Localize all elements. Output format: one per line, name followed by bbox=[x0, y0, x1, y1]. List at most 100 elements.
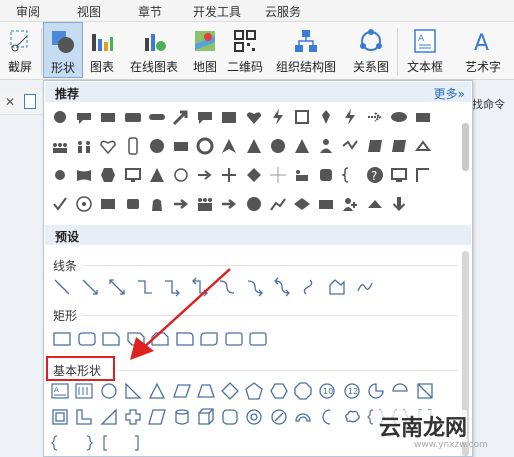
shape-option[interactable] bbox=[415, 381, 435, 401]
shape-option[interactable] bbox=[196, 407, 216, 427]
shape-option[interactable] bbox=[219, 136, 239, 156]
shape-option[interactable] bbox=[171, 165, 191, 185]
shape-option[interactable] bbox=[101, 329, 121, 349]
shape-option[interactable] bbox=[268, 194, 288, 214]
shape-option[interactable] bbox=[50, 107, 70, 127]
shape-option[interactable] bbox=[219, 194, 239, 214]
shape-option[interactable] bbox=[195, 194, 215, 214]
shape-option[interactable] bbox=[268, 165, 288, 185]
shape-option[interactable] bbox=[389, 165, 409, 185]
shape-option[interactable] bbox=[99, 407, 119, 427]
shape-option[interactable] bbox=[300, 277, 320, 297]
shape-option[interactable] bbox=[195, 136, 215, 156]
shape-option[interactable] bbox=[340, 107, 360, 127]
shape-option[interactable] bbox=[123, 136, 143, 156]
shape-option[interactable] bbox=[74, 381, 94, 401]
textbox-button[interactable]: A 文本框 bbox=[400, 22, 450, 78]
chart-button[interactable]: 图表 bbox=[86, 22, 118, 78]
shape-option[interactable] bbox=[366, 381, 386, 401]
shape-option[interactable] bbox=[123, 165, 143, 185]
shape-option[interactable] bbox=[74, 136, 94, 156]
shape-option[interactable] bbox=[171, 194, 191, 214]
shape-option[interactable]: A bbox=[50, 381, 70, 401]
shape-option[interactable] bbox=[413, 107, 433, 127]
qrcode-button[interactable]: 二维码 bbox=[224, 22, 266, 78]
shape-option[interactable] bbox=[147, 107, 167, 127]
menu-review[interactable]: 审阅 bbox=[16, 3, 40, 20]
shape-option[interactable] bbox=[195, 165, 215, 185]
more-link[interactable]: 更多» bbox=[434, 85, 465, 102]
shape-option[interactable] bbox=[98, 136, 118, 156]
shape-option[interactable] bbox=[50, 407, 70, 427]
shape-option[interactable] bbox=[389, 136, 409, 156]
shape-option[interactable] bbox=[389, 107, 409, 127]
shape-option[interactable] bbox=[99, 433, 119, 453]
shape-option[interactable] bbox=[269, 381, 289, 401]
shape-option[interactable]: 10 bbox=[317, 381, 337, 401]
document-icon[interactable] bbox=[24, 94, 36, 109]
shape-option[interactable] bbox=[195, 107, 215, 127]
shape-option[interactable] bbox=[123, 433, 143, 453]
wordart-button[interactable]: A 艺术字 bbox=[455, 22, 511, 78]
shape-option[interactable] bbox=[98, 165, 118, 185]
shape-option[interactable] bbox=[196, 381, 216, 401]
shape-option[interactable] bbox=[292, 136, 312, 156]
shape-option[interactable] bbox=[50, 433, 70, 453]
shape-option[interactable] bbox=[52, 329, 72, 349]
shape-option[interactable] bbox=[219, 107, 239, 127]
shape-option[interactable] bbox=[390, 381, 410, 401]
menu-chapter[interactable]: 章节 bbox=[138, 3, 162, 20]
shape-option[interactable] bbox=[316, 107, 336, 127]
shape-option[interactable] bbox=[147, 165, 167, 185]
shape-option[interactable] bbox=[268, 136, 288, 156]
shape-option[interactable] bbox=[74, 107, 94, 127]
shape-option[interactable] bbox=[244, 136, 264, 156]
shape-option[interactable] bbox=[248, 329, 268, 349]
shape-option[interactable] bbox=[327, 277, 347, 297]
shapes-button[interactable]: 形状 bbox=[43, 22, 83, 78]
shape-option[interactable] bbox=[413, 165, 433, 185]
shape-option[interactable] bbox=[123, 107, 143, 127]
shape-option[interactable] bbox=[292, 107, 312, 127]
shape-option[interactable] bbox=[413, 136, 433, 156]
shape-option[interactable] bbox=[293, 381, 313, 401]
menu-developer[interactable]: 开发工具 bbox=[193, 3, 241, 20]
shape-option[interactable] bbox=[74, 433, 94, 453]
shape-option[interactable] bbox=[77, 329, 97, 349]
shape-option[interactable] bbox=[292, 165, 312, 185]
shape-option[interactable] bbox=[244, 165, 264, 185]
shape-option[interactable] bbox=[220, 381, 240, 401]
shape-option[interactable] bbox=[244, 107, 264, 127]
shape-option[interactable] bbox=[219, 165, 239, 185]
shape-option[interactable] bbox=[244, 194, 264, 214]
shape-option[interactable] bbox=[340, 194, 360, 214]
menu-cloud[interactable]: 云服务 bbox=[265, 3, 301, 20]
close-icon[interactable]: ✕ bbox=[5, 95, 15, 109]
shape-option[interactable] bbox=[316, 194, 336, 214]
shape-option[interactable] bbox=[365, 136, 385, 156]
shape-option[interactable] bbox=[172, 381, 192, 401]
shape-option[interactable]: ? bbox=[365, 165, 385, 185]
shape-option[interactable] bbox=[245, 277, 265, 297]
shape-option[interactable] bbox=[244, 381, 264, 401]
shape-option[interactable] bbox=[147, 194, 167, 214]
shape-option[interactable] bbox=[269, 407, 289, 427]
map-button[interactable]: 地图 bbox=[190, 22, 220, 78]
shape-option[interactable] bbox=[147, 136, 167, 156]
shape-option[interactable] bbox=[244, 407, 264, 427]
shape-option[interactable] bbox=[74, 194, 94, 214]
shape-option[interactable] bbox=[220, 407, 240, 427]
shape-option[interactable] bbox=[171, 136, 191, 156]
shape-option[interactable] bbox=[342, 407, 362, 427]
relation-chart-button[interactable]: 关系图 bbox=[348, 22, 394, 78]
shape-option[interactable] bbox=[292, 194, 312, 214]
shape-option[interactable] bbox=[272, 277, 292, 297]
shape-option[interactable] bbox=[293, 407, 313, 427]
shape-option[interactable] bbox=[74, 165, 94, 185]
shape-option[interactable] bbox=[123, 407, 143, 427]
org-chart-button[interactable]: 组织结构图 bbox=[270, 22, 342, 78]
shape-option[interactable] bbox=[99, 381, 119, 401]
shape-option[interactable] bbox=[50, 136, 70, 156]
shape-option[interactable] bbox=[50, 194, 70, 214]
shape-option[interactable] bbox=[50, 165, 70, 185]
